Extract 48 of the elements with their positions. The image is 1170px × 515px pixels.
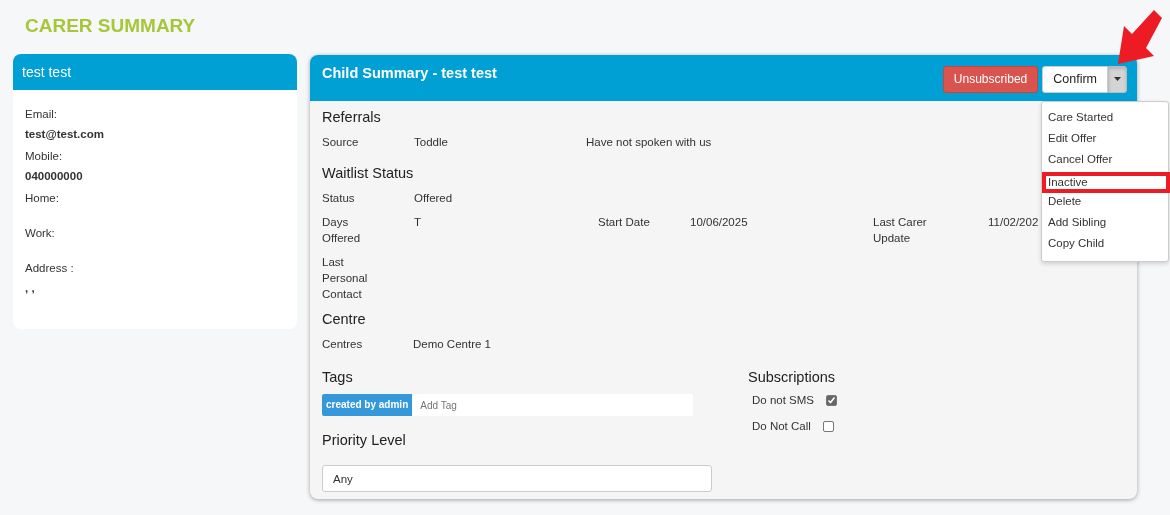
checkbox[interactable] <box>826 394 837 406</box>
field-value: 11/02/202 <box>988 215 1039 230</box>
menu-item[interactable]: Delete <box>1042 193 1168 214</box>
checkbox[interactable] <box>822 420 834 432</box>
field-value: Demo Centre 1 <box>413 337 491 352</box>
confirm-button[interactable]: Confirm <box>1042 65 1108 93</box>
field-value: Have not spoken with us <box>586 135 712 150</box>
caret-icon <box>1114 77 1121 81</box>
field-label: Last Carer Update <box>873 215 928 246</box>
field-label: Start Date <box>598 215 651 230</box>
menu-item[interactable]: Cancel Offer <box>1042 151 1168 172</box>
section-heading: Subscriptions <box>748 368 836 386</box>
arrow-annotation <box>1118 10 1162 64</box>
field-label: Work: <box>25 227 56 239</box>
menu-item[interactable]: Add Sibling <box>1042 214 1168 235</box>
field-label: Home: <box>25 192 60 204</box>
dropdown-toggle[interactable] <box>1108 65 1127 93</box>
unsubscribed-button[interactable]: Unsubscribed <box>942 65 1039 93</box>
menu-item[interactable]: Copy Child <box>1042 235 1168 256</box>
section-heading: Waitlist Status <box>322 164 414 182</box>
section-heading: Centre <box>322 310 366 328</box>
field-label: Source <box>322 135 359 150</box>
checkbox-label: Do Not Call <box>752 420 811 432</box>
field-value: 10/06/2025 <box>690 215 748 230</box>
section-heading: Tags <box>322 368 353 386</box>
field-value: 040000000 <box>25 170 84 182</box>
menu-item[interactable]: Care Started <box>1042 109 1168 130</box>
field-value: test@test.com <box>25 128 105 140</box>
page-title: CARER SUMMARY <box>25 14 197 38</box>
field-label: Centres <box>322 337 363 352</box>
field-value: Toddle <box>414 135 448 150</box>
carer-name: test test <box>22 64 72 80</box>
priority-select[interactable]: Any <box>322 465 712 492</box>
field-label: Days Offered <box>322 215 362 246</box>
field-label: Address : <box>25 262 75 274</box>
menu-item[interactable]: Edit Offer <box>1042 130 1168 151</box>
field-value: T <box>414 215 422 230</box>
field-label: Mobile: <box>25 150 64 162</box>
field-value: , , <box>25 282 36 294</box>
section-heading: Priority Level <box>322 431 406 449</box>
section-heading: Referrals <box>322 108 381 126</box>
field-label: Email: <box>25 108 58 120</box>
field-value: Offered <box>414 191 453 206</box>
field-label: Last Personal Contact <box>322 255 369 302</box>
field-label: Status <box>322 191 356 206</box>
panel-title: Child Summary - test test <box>322 65 497 81</box>
menu-item[interactable]: Inactive <box>1042 172 1170 193</box>
checkbox-label: Do not SMS <box>752 394 814 406</box>
